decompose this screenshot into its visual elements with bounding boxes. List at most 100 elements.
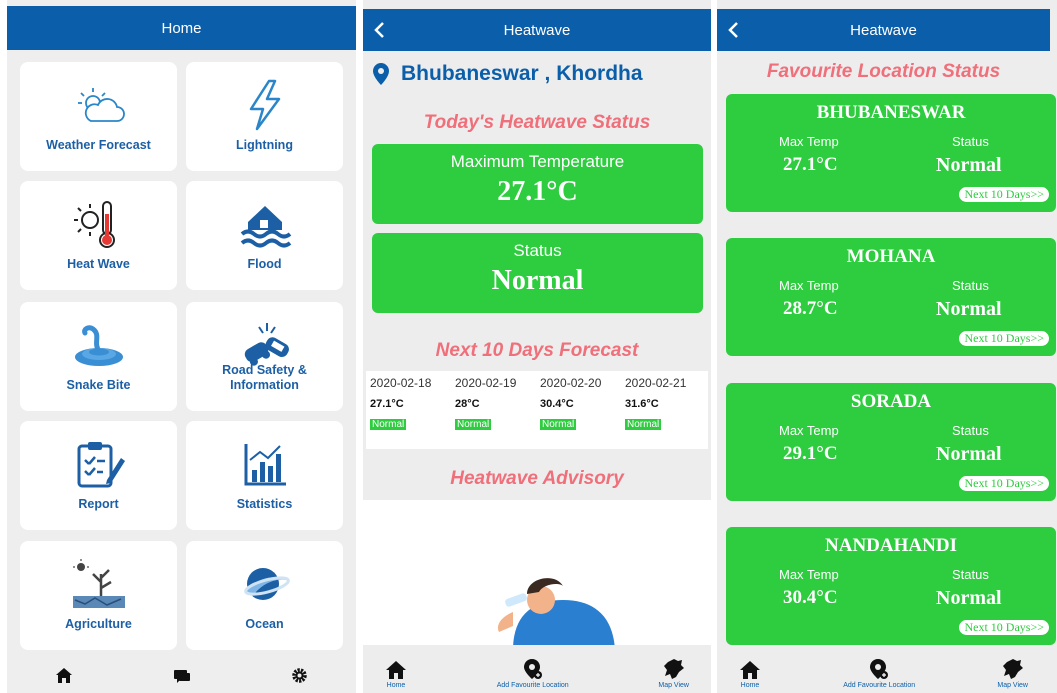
location-pin-icon xyxy=(373,63,389,85)
status-value: Normal xyxy=(936,154,1002,176)
tile-ocean[interactable]: Ocean xyxy=(186,541,343,650)
favourite-locations-screen: Heatwave Favourite Location Status BHUBA… xyxy=(717,0,1057,693)
max-temp-label: Max Temp xyxy=(779,423,839,438)
bottom-bar xyxy=(7,663,356,693)
tile-statistics[interactable]: Statistics xyxy=(186,421,343,530)
max-temp-label: Max Temp xyxy=(779,134,839,149)
forecast-temp: 28°C xyxy=(455,398,480,410)
weather-icon xyxy=(69,78,129,132)
tile-label: Snake Bite xyxy=(66,378,131,392)
back-arrow-icon[interactable] xyxy=(373,9,387,51)
forecast-date: 2020-02-19 xyxy=(455,376,517,390)
tile-road-safety[interactable]: Road Safety & Information xyxy=(186,302,343,411)
status-label: Status xyxy=(952,423,989,438)
lightning-icon xyxy=(235,78,295,132)
today-status-title: Today's Heatwave Status xyxy=(423,112,651,133)
status-label: Status xyxy=(952,278,989,293)
tile-label: Lightning xyxy=(236,138,293,152)
forecast-date: 2020-02-21 xyxy=(625,376,687,390)
app-bar: Home xyxy=(7,6,356,50)
forecast-day: 2020-02-21 31.6°C Normal xyxy=(625,371,709,432)
ocean-icon xyxy=(235,557,295,611)
forecast-day: 2020-02-20 30.4°C Normal xyxy=(540,371,624,432)
location-name: BHUBANESWAR xyxy=(816,102,966,123)
next-10-days-button[interactable]: Next 10 Days>> xyxy=(959,187,1049,202)
map-icon xyxy=(663,659,684,679)
location-card: MOHANA Max Temp Status 28.7°C Normal Nex… xyxy=(726,238,1056,356)
max-temp-label: Max Temp xyxy=(779,278,839,293)
nav-map-view[interactable]: Map View xyxy=(997,658,1028,689)
drinking-water-illustration xyxy=(497,578,615,650)
tile-flood[interactable]: Flood xyxy=(186,181,343,290)
tile-label: Ocean xyxy=(245,617,284,631)
road-safety-icon xyxy=(235,318,295,372)
forecast-day: 2020-02-19 28°C Normal xyxy=(455,371,539,432)
tile-label: Weather Forecast xyxy=(46,138,151,152)
favourite-heading: Favourite Location Status xyxy=(766,61,1001,82)
advisory-panel xyxy=(363,500,711,650)
tile-lightning[interactable]: Lightning xyxy=(186,62,343,171)
tile-weather-forecast[interactable]: Weather Forecast xyxy=(20,62,177,171)
location-name: Bhubaneswar , Khordha xyxy=(401,62,643,85)
location-name: SORADA xyxy=(850,391,932,412)
status-value: Normal xyxy=(491,265,584,296)
status-label: Status xyxy=(952,134,989,149)
tile-label: Agriculture xyxy=(65,617,132,631)
home-icon[interactable] xyxy=(55,667,73,689)
tile-snake-bite[interactable]: Snake Bite xyxy=(20,302,177,411)
gear-icon[interactable] xyxy=(291,667,308,689)
status-value: Normal xyxy=(936,443,1002,465)
thermometer-sun-icon xyxy=(69,197,129,251)
max-temp-box: Maximum Temperature 27.1°C xyxy=(372,144,703,224)
forecast-status: Normal xyxy=(540,419,577,430)
nav-home[interactable]: Home xyxy=(385,660,407,689)
tile-report[interactable]: Report xyxy=(20,421,177,530)
max-temp-label: Max Temp xyxy=(779,567,839,582)
forecast-day: 2020-02-18 27.1°C Normal xyxy=(370,371,454,432)
nav-map-view[interactable]: Map View xyxy=(658,658,689,689)
forecast-status: Normal xyxy=(370,419,407,430)
snake-icon xyxy=(69,318,129,372)
forecast-temp: 31.6°C xyxy=(625,398,659,410)
forecast-status: Normal xyxy=(625,419,662,430)
home-icon xyxy=(740,661,760,679)
max-temp-value: 27.1°C xyxy=(497,176,578,207)
add-location-icon xyxy=(870,659,889,679)
advisory-title: Heatwave Advisory xyxy=(450,468,624,489)
nav-add-favourite[interactable]: Add Favourite Location xyxy=(843,658,915,689)
status-label: Status xyxy=(952,567,989,582)
location-card: SORADA Max Temp Status 29.1°C Normal Nex… xyxy=(726,383,1056,501)
next-10-days-button[interactable]: Next 10 Days>> xyxy=(959,331,1049,346)
forecast-temp: 30.4°C xyxy=(540,398,574,410)
forecast-date: 2020-02-20 xyxy=(540,376,602,390)
max-temp-label: Maximum Temperature xyxy=(450,152,625,171)
home-screen: Home Weather Forecast Lightning Heat Wav… xyxy=(7,0,356,693)
flood-icon xyxy=(235,197,295,251)
location-card: NANDAHANDI Max Temp Status 30.4°C Normal… xyxy=(726,527,1056,645)
page-title: Heatwave xyxy=(850,21,917,39)
status-box: Status Normal xyxy=(372,233,703,313)
next-10-days-button[interactable]: Next 10 Days>> xyxy=(959,620,1049,635)
location-name: MOHANA xyxy=(846,246,936,267)
tile-label: Report xyxy=(78,497,119,511)
tile-heat-wave[interactable]: Heat Wave xyxy=(20,181,177,290)
status-label: Status xyxy=(513,241,562,260)
next-10-days-button[interactable]: Next 10 Days>> xyxy=(959,476,1049,491)
location-card: BHUBANESWAR Max Temp Status 27.1°C Norma… xyxy=(726,94,1056,212)
page-title: Heatwave xyxy=(503,21,571,39)
tile-label: Heat Wave xyxy=(67,257,130,271)
nav-add-favourite[interactable]: Add Favourite Location xyxy=(497,658,569,689)
max-temp-value: 29.1°C xyxy=(783,443,838,464)
status-value: Normal xyxy=(936,298,1002,320)
nav-home[interactable]: Home xyxy=(739,660,761,689)
map-icon xyxy=(1002,659,1023,679)
app-bar: Heatwave xyxy=(717,9,1050,51)
tile-agriculture[interactable]: Agriculture xyxy=(20,541,177,650)
bottom-nav: Home Add Favourite Location Map View xyxy=(363,645,711,693)
chat-icon[interactable] xyxy=(173,668,191,689)
heatwave-screen: Heatwave Bhubaneswar , Khordha Today's H… xyxy=(363,0,711,693)
back-arrow-icon[interactable] xyxy=(727,9,741,51)
location-name: NANDAHANDI xyxy=(825,535,957,556)
max-temp-value: 28.7°C xyxy=(783,298,838,319)
chart-icon xyxy=(235,437,295,491)
